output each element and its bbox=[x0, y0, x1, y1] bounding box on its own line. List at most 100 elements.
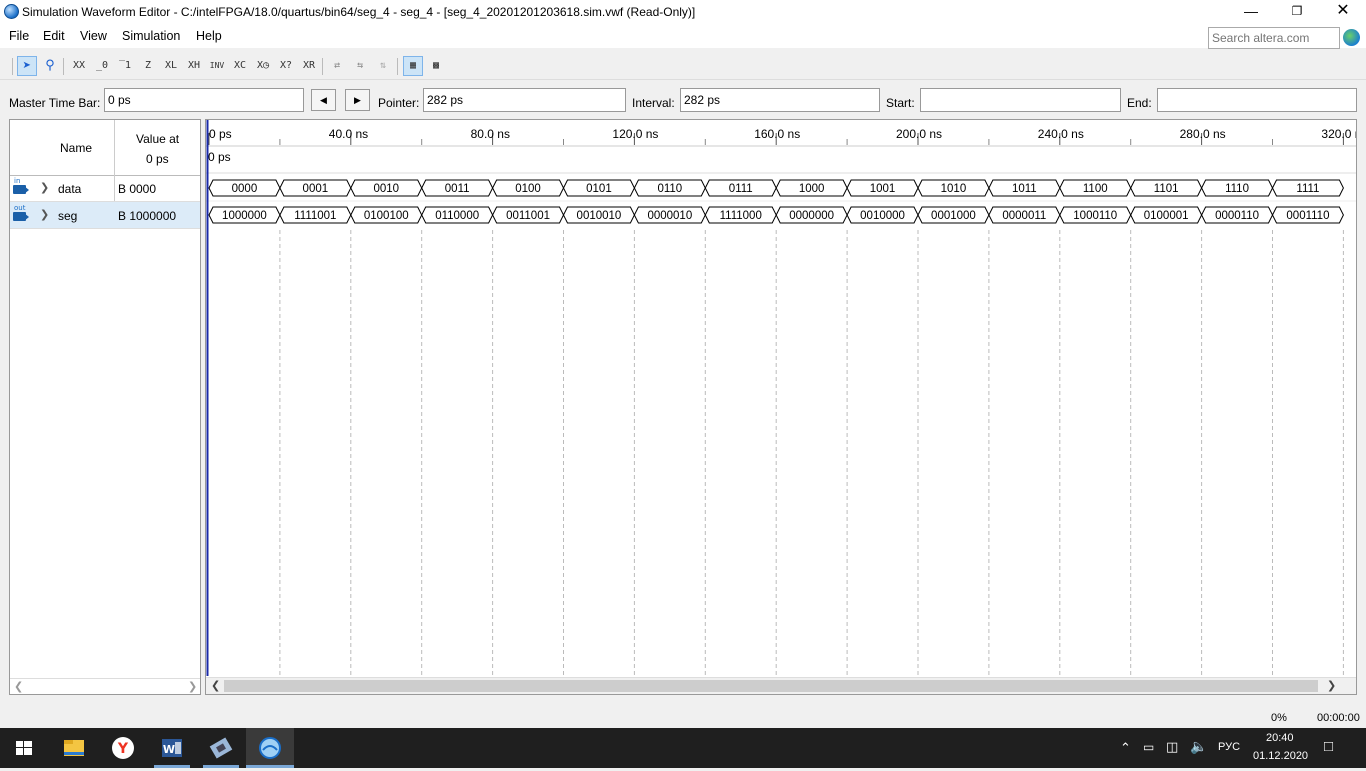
end-field[interactable] bbox=[1157, 88, 1357, 112]
data-bus-value-label: 1000 bbox=[799, 183, 825, 195]
data-bus-value-label: 1100 bbox=[1083, 183, 1108, 195]
value-at-column-header[interactable]: Value at bbox=[136, 132, 179, 146]
title-bar: Simulation Waveform Editor - C:/intelFPG… bbox=[0, 0, 1366, 24]
signal-value: B 0000 bbox=[118, 182, 157, 196]
data-bus-value-label: 0010 bbox=[373, 183, 399, 195]
scroll-left-icon[interactable]: ❮ bbox=[211, 679, 220, 692]
high-impedance-icon[interactable]: Z bbox=[138, 56, 158, 76]
seg-bus-value-label: 0100100 bbox=[364, 210, 409, 222]
clock-icon[interactable]: X◷ bbox=[253, 56, 273, 76]
ruler-label: 120.0 ns bbox=[612, 127, 658, 141]
restore-button[interactable]: ❐ bbox=[1274, 0, 1320, 24]
status-bar: 0% 00:00:00 bbox=[0, 708, 1366, 728]
signal-row-data[interactable]: in ❯ data B 0000 bbox=[10, 175, 200, 202]
notifications-icon[interactable]: □ bbox=[1324, 738, 1333, 755]
previous-transition-button[interactable]: ◀ bbox=[311, 89, 336, 111]
interval-field[interactable] bbox=[680, 88, 880, 112]
ruler-label: 40.0 ns bbox=[329, 127, 368, 141]
weak-high-icon[interactable]: XH bbox=[184, 56, 204, 76]
windows-logo-icon bbox=[16, 741, 32, 755]
pointer-field[interactable] bbox=[423, 88, 626, 112]
arbitrary-value-icon[interactable]: XR bbox=[299, 56, 319, 76]
seg-bus-value-label: 0000000 bbox=[789, 210, 834, 222]
data-bus-value-label: 0100 bbox=[515, 183, 541, 195]
menu-file[interactable]: File bbox=[9, 29, 29, 43]
tray-expand-icon[interactable]: ⌃ bbox=[1120, 740, 1131, 756]
clock-time[interactable]: 20:40 bbox=[1266, 732, 1294, 744]
snap-to-grid-icon[interactable]: ⇄ bbox=[327, 56, 347, 76]
seg-bus-value-label: 0110000 bbox=[435, 210, 479, 222]
file-explorer-app[interactable] bbox=[50, 728, 98, 768]
expand-chevron-icon[interactable]: ❯ bbox=[40, 181, 49, 194]
signal-row-seg[interactable]: out ❯ seg B 1000000 bbox=[10, 202, 200, 229]
names-header: Name Value at 0 ps bbox=[10, 120, 200, 176]
seg-bus-value-label: 0001000 bbox=[931, 210, 976, 222]
weak-low-icon[interactable]: XL bbox=[161, 56, 181, 76]
volume-icon[interactable]: 🔈 bbox=[1190, 738, 1207, 755]
menu-simulation[interactable]: Simulation bbox=[122, 29, 180, 43]
ruler-label: 280.0 ns bbox=[1180, 127, 1226, 141]
force-high-icon[interactable]: ‾1 bbox=[115, 56, 135, 76]
seg-bus-value-label: 1000000 bbox=[222, 210, 267, 222]
window-title: Simulation Waveform Editor - C:/intelFPG… bbox=[22, 5, 696, 19]
data-bus-value-label: 0001 bbox=[303, 183, 329, 195]
start-button[interactable] bbox=[0, 728, 48, 768]
scroll-left-icon[interactable]: ❮ bbox=[14, 680, 23, 693]
globe-icon[interactable] bbox=[1343, 29, 1360, 46]
invert-icon[interactable]: INV bbox=[207, 56, 227, 76]
master-time-bar-label: Master Time Bar: bbox=[9, 96, 101, 110]
scroll-right-icon[interactable]: ❯ bbox=[188, 680, 197, 693]
sort-icon[interactable]: ⇅ bbox=[373, 56, 393, 76]
search-input[interactable] bbox=[1208, 27, 1340, 49]
seg-bus-value-label: 0010000 bbox=[860, 210, 905, 222]
selection-tool-icon[interactable]: ➤ bbox=[17, 56, 37, 76]
clock-date[interactable]: 01.12.2020 bbox=[1253, 750, 1308, 762]
waveform-panel[interactable]: 0 ps 40.0 ns 80.0 ns 120.0 ns 160.0 ns 200.0 … bbox=[205, 119, 1357, 695]
weak-unknown-icon[interactable]: XX bbox=[69, 56, 89, 76]
waveform-horizontal-scrollbar[interactable]: ❮ ❯ bbox=[206, 677, 1356, 694]
yandex-icon: Y bbox=[112, 737, 134, 759]
grid-icon[interactable]: ▦ bbox=[403, 56, 423, 76]
yandex-browser-app[interactable]: Y bbox=[99, 728, 147, 768]
signal-names-panel: Name Value at 0 ps in ❯ data B 0000 out … bbox=[9, 119, 201, 695]
force-low-icon[interactable]: _0 bbox=[92, 56, 112, 76]
menu-view[interactable]: View bbox=[80, 29, 107, 43]
count-value-icon[interactable]: XC bbox=[230, 56, 250, 76]
data-bus-value-label: 1001 bbox=[870, 183, 896, 195]
ruler-label: 320.0 ns bbox=[1321, 127, 1356, 141]
menu-help[interactable]: Help bbox=[196, 29, 222, 43]
seg-bus-value-label: 1111000 bbox=[720, 210, 762, 222]
snap-transitions-icon[interactable]: ⇆ bbox=[350, 56, 370, 76]
quartus-programmer-app[interactable] bbox=[197, 728, 245, 768]
battery-icon[interactable]: ▭ bbox=[1143, 740, 1154, 754]
seg-bus-value-label: 1111001 bbox=[294, 210, 336, 222]
start-field[interactable] bbox=[920, 88, 1121, 112]
random-icon[interactable]: X? bbox=[276, 56, 296, 76]
grid-settings-icon[interactable]: ▩ bbox=[426, 56, 446, 76]
expand-chevron-icon[interactable]: ❯ bbox=[40, 208, 49, 221]
data-bus-value-label: 0011 bbox=[445, 183, 470, 195]
network-icon[interactable]: ◫ bbox=[1166, 739, 1178, 755]
seg-bus-value-label: 0100001 bbox=[1144, 210, 1189, 222]
close-button[interactable]: ✕ bbox=[1320, 0, 1366, 24]
data-bus-value-label: 0000 bbox=[232, 183, 258, 195]
name-column-header[interactable]: Name bbox=[60, 141, 92, 155]
word-app[interactable]: W bbox=[148, 728, 196, 768]
next-transition-button[interactable]: ▶ bbox=[345, 89, 370, 111]
toolbar-separator bbox=[12, 58, 13, 75]
scroll-right-icon[interactable]: ❯ bbox=[1327, 679, 1336, 692]
names-horizontal-scrollbar[interactable]: ❮ ❯ bbox=[10, 678, 200, 694]
menu-edit[interactable]: Edit bbox=[43, 29, 65, 43]
minimize-button[interactable]: — bbox=[1228, 0, 1274, 24]
scrollbar-thumb[interactable] bbox=[224, 680, 1318, 692]
waveform-canvas[interactable]: 0 ps 40.0 ns 80.0 ns 120.0 ns 160.0 ns 200.0 … bbox=[206, 120, 1356, 676]
quartus-simulator-app[interactable] bbox=[246, 728, 294, 768]
seg-bus-value-label: 1000110 bbox=[1073, 210, 1117, 222]
seg-bus-value-label: 0010010 bbox=[577, 210, 622, 222]
master-time-bar-field[interactable] bbox=[104, 88, 304, 112]
language-indicator[interactable]: РУС bbox=[1218, 741, 1240, 753]
zoom-tool-icon[interactable]: ⚲ bbox=[40, 56, 60, 76]
start-label: Start: bbox=[886, 96, 915, 110]
end-label: End: bbox=[1127, 96, 1152, 110]
signal-name: data bbox=[58, 182, 82, 196]
